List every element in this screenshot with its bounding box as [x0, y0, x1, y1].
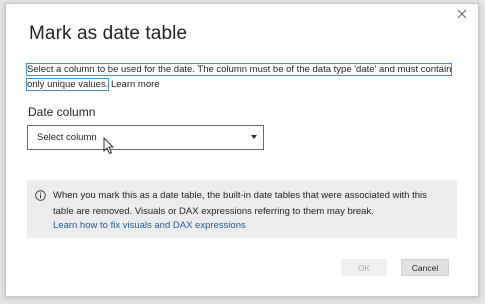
select-value: Select column: [37, 132, 97, 143]
fix-visuals-link[interactable]: Learn how to fix visuals and DAX express…: [53, 220, 246, 231]
date-column-label: Date column: [28, 105, 96, 119]
close-icon: [457, 9, 467, 19]
close-button[interactable]: [454, 6, 470, 22]
ok-button[interactable]: OK: [341, 259, 387, 276]
info-banner: When you mark this as a date table, the …: [27, 180, 457, 238]
learn-more-link[interactable]: Learn more: [111, 79, 160, 90]
dialog-title: Mark as date table: [29, 23, 188, 44]
info-icon: [35, 190, 46, 201]
date-column-select[interactable]: Select column: [27, 125, 264, 150]
mark-as-date-table-dialog: Mark as date table Select a column to be…: [5, 3, 479, 297]
mouse-pointer-icon: [103, 137, 115, 155]
chevron-down-icon: [251, 135, 257, 139]
cancel-button[interactable]: Cancel: [401, 259, 449, 276]
dialog-description: Select a column to be used for the date.…: [25, 62, 457, 92]
description-text: Select a column to be used for the date.…: [25, 63, 453, 91]
info-text: When you mark this as a date table, the …: [53, 190, 427, 217]
